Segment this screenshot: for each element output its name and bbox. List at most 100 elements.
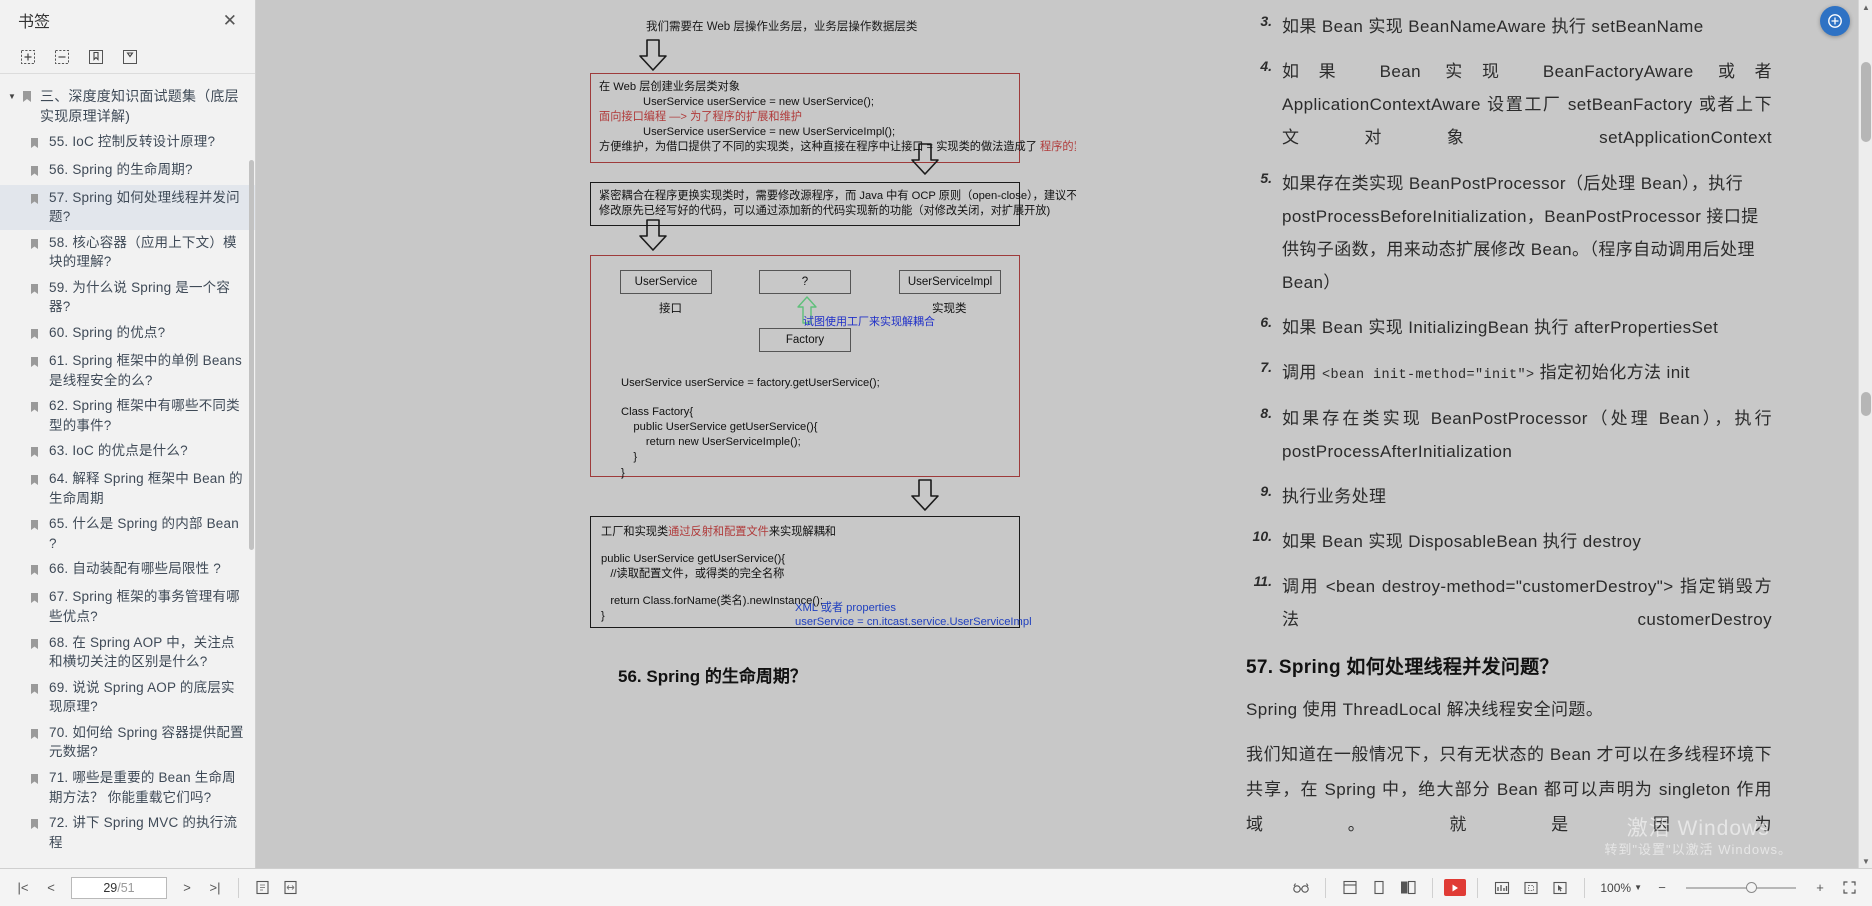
box4-blue-2: userService = cn.itcast.service.UserServ…: [795, 616, 1032, 628]
box3-code: UserService userService = factory.getUse…: [621, 376, 880, 481]
list-item: 8. 如果存在类实现 BeanPostProcessor（处理 Bean），执行 …: [1246, 402, 1772, 468]
list-item: 11. 调用 <bean destroy-method="customerDest…: [1246, 570, 1772, 636]
last-page-button[interactable]: >|: [202, 875, 228, 901]
bookmark-item-15[interactable]: 70. 如何给 Spring 容器提供配置元数据?: [0, 720, 255, 765]
select-tool-icon[interactable]: [1547, 875, 1573, 901]
list-item-number: 7.: [1260, 359, 1272, 376]
bookmark-item-1[interactable]: 56. Spring 的生命周期?: [0, 157, 255, 185]
next-page-button[interactable]: >: [174, 875, 200, 901]
right-page-content: 3. 如果 Bean 实现 BeanNameAware 执行 setBeanNam…: [1076, 0, 1872, 853]
bookmark-item-label: 60. Spring 的优点?: [49, 324, 166, 340]
document-viewport[interactable]: 我们需要在 Web 层操作业务层，业务层操作数据层类 在 Web 层创建业务层类…: [256, 0, 1872, 868]
bookmark-item-3[interactable]: 58. 核心容器（应用上下文）模块的理解?: [0, 230, 255, 275]
node-userserviceimpl-sub: 实现类: [932, 303, 967, 315]
bookmark-item-7[interactable]: 62. Spring 框架中有哪些不同类型的事件?: [0, 393, 255, 438]
bookmark-item-label: 64. 解释 Spring 框架中 Bean 的生命周期: [49, 471, 243, 506]
node-userserviceimpl: UserServiceImpl: [899, 270, 1001, 294]
close-icon[interactable]: ✕: [217, 10, 243, 31]
first-page-button[interactable]: |<: [10, 875, 36, 901]
arrow-down-icon-4: [908, 478, 942, 517]
single-page-icon[interactable]: [1337, 875, 1363, 901]
bookmark-item-0[interactable]: 55. IoC 控制反转设计原理?: [0, 129, 255, 157]
arrow-down-icon-3: [636, 218, 670, 257]
scroll-up-icon[interactable]: ▲: [1859, 0, 1872, 14]
expand-all-icon[interactable]: [18, 47, 38, 67]
box3-code-4: return new UserServiceImple();: [621, 436, 801, 449]
bookmark-item-9[interactable]: 64. 解释 Spring 框架中 Bean 的生命周期: [0, 466, 255, 511]
chevron-down-icon[interactable]: ▼: [1634, 883, 1642, 892]
scrollbar-thumb-bottom[interactable]: [1861, 392, 1871, 416]
bookmark-icon: [30, 132, 44, 154]
zoom-in-button[interactable]: +: [1807, 875, 1833, 901]
bookmark-icon: [30, 160, 44, 182]
bookmark-item-4[interactable]: 59. 为什么说 Spring 是一个容器?: [0, 275, 255, 320]
fullscreen-button[interactable]: [1836, 875, 1862, 901]
code-box-4: 工厂和实现类通过反射和配置文件来实现解耦和 public UserService…: [590, 516, 1032, 628]
bookmark-item-8[interactable]: 63. IoC 的优点是什么?: [0, 438, 255, 466]
play-presentation-button[interactable]: [1444, 879, 1467, 896]
bookmark-item-12[interactable]: 67. Spring 框架的事务管理有哪些优点?: [0, 584, 255, 629]
list-item: 5. 如果存在类实现 BeanPostProcessor（后处理 Bean），执行…: [1246, 167, 1772, 300]
thumbnails-icon[interactable]: [1489, 875, 1515, 901]
box4-code-0: public UserService getUserService(){: [601, 553, 786, 566]
bookmark-item-13[interactable]: 68. 在 Spring AOP 中，关注点和横切关注的区别是什么?: [0, 630, 255, 675]
scroll-down-icon[interactable]: ▼: [1859, 854, 1872, 868]
bookmark-item-6[interactable]: 61. Spring 框架中的单例 Beans 是线程安全的么?: [0, 348, 255, 393]
bookmark-item-14[interactable]: 69. 说说 Spring AOP 的底层实现原理?: [0, 675, 255, 720]
scrollbar-thumb-top[interactable]: [1861, 62, 1871, 142]
facing-pages-icon[interactable]: [1395, 875, 1421, 901]
fit-width-icon[interactable]: [277, 875, 303, 901]
bookmark-item-5[interactable]: 60. Spring 的优点?: [0, 320, 255, 348]
bookmark-item-label: 59. 为什么说 Spring 是一个容器?: [49, 279, 231, 315]
assistant-fab-button[interactable]: [1820, 6, 1850, 36]
sidebar-scrollbar-thumb[interactable]: [249, 160, 254, 550]
pdf-reader-window: 书签 ✕ ▼ 三、深度度知识面试题集（底层实现原理详解) 55. IoC 控制反…: [0, 0, 1872, 906]
bookmark-item-2[interactable]: 57. Spring 如何处理线程并发问题?: [0, 184, 255, 230]
prev-page-button[interactable]: <: [38, 875, 64, 901]
add-bookmark-icon[interactable]: [86, 47, 106, 67]
page-right: 3. 如果 Bean 实现 BeanNameAware 执行 setBeanNam…: [1076, 0, 1872, 868]
bookmark-item-label: 68. 在 Spring AOP 中，关注点和横切关注的区别是什么?: [49, 634, 235, 670]
crop-page-icon[interactable]: [1518, 875, 1544, 901]
list-item-text: 如果存在类实现 BeanPostProcessor（后处理 Bean），执行 p…: [1282, 173, 1759, 292]
bookmark-item-11[interactable]: 66. 自动装配有哪些局限性 ?: [0, 556, 255, 584]
document-scrollbar[interactable]: ▲ ▼: [1858, 0, 1872, 868]
box1-line-4: 方便维护，为借口提供了不同的实现类，这种直接在程序中让接口 = 实现类的做法造成…: [599, 141, 1118, 154]
list-item-number: 3.: [1260, 13, 1272, 29]
bookmark-item-17[interactable]: 72. 讲下 Spring MVC 的执行流程: [0, 810, 255, 855]
reading-mode-icon[interactable]: [1288, 875, 1314, 901]
bookmark-item-label: 56. Spring 的生命周期?: [49, 161, 193, 177]
list-item-number: 10.: [1252, 528, 1272, 544]
bookmark-icon: [30, 768, 44, 790]
heading-57: 57. Spring 如何处理线程并发问题？: [1246, 657, 1559, 679]
box1-line-0: 在 Web 层创建业务层类对象: [599, 81, 740, 93]
list-item: 9. 执行业务处理: [1246, 480, 1772, 513]
bookmark-root-label: 三、深度度知识面试题集（底层实现原理详解): [40, 88, 239, 125]
bookmark-item-16[interactable]: 71. 哪些是重要的 Bean 生命周期方法？ 你能重载它们吗?: [0, 765, 255, 810]
list-item-text: 如果存在类实现 BeanPostProcessor（处理 Bean），执行 po…: [1282, 408, 1772, 461]
continuous-scroll-icon[interactable]: [1366, 875, 1392, 901]
box4-code-2: [601, 582, 1009, 594]
zoom-out-button[interactable]: −: [1649, 875, 1675, 901]
page-number-input[interactable]: 29/51: [71, 876, 167, 899]
bookmark-item-10[interactable]: 65. 什么是 Spring 的内部 Bean ?: [0, 511, 255, 556]
collapse-all-icon[interactable]: [52, 47, 72, 67]
zoom-slider-knob[interactable]: [1746, 881, 1757, 893]
list-item-number: 4.: [1260, 58, 1272, 75]
bookmark-root-item[interactable]: ▼ 三、深度度知识面试题集（底层实现原理详解): [0, 84, 255, 129]
zoom-level-dropdown[interactable]: 100% ▼: [1600, 881, 1642, 895]
remove-bookmark-icon[interactable]: [120, 47, 140, 67]
bookmark-item-label: 57. Spring 如何处理线程并发问题?: [49, 189, 240, 225]
bookmark-icon: [22, 86, 36, 108]
list-item-text: 调用 <bean destroy-method="customerDestroy…: [1282, 577, 1772, 630]
box4-title: 工厂和实现类通过反射和配置文件来实现解耦和: [601, 526, 836, 538]
bookmark-icon: [30, 441, 44, 463]
bookmark-list[interactable]: ▼ 三、深度度知识面试题集（底层实现原理详解) 55. IoC 控制反转设计原理…: [0, 74, 255, 868]
chevron-down-icon[interactable]: ▼: [8, 86, 18, 101]
fit-page-icon[interactable]: [249, 875, 275, 901]
bookmark-icon: [30, 723, 44, 745]
zoom-slider[interactable]: [1686, 881, 1796, 895]
node-question: ?: [759, 270, 851, 294]
toolbar-divider-2: [1325, 877, 1327, 898]
bookmark-icon: [30, 351, 44, 373]
